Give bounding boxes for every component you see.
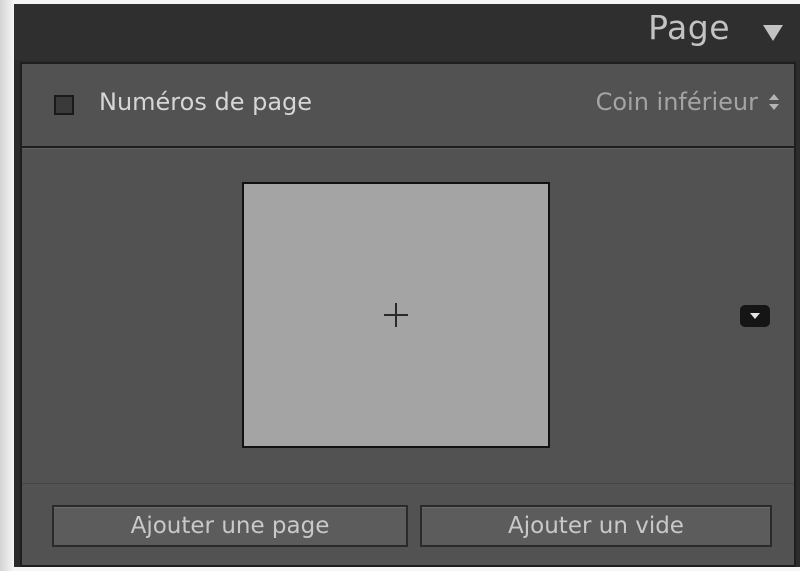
page-numbers-label: Numéros de page xyxy=(99,88,313,116)
page-preview-cell[interactable] xyxy=(242,182,550,448)
page-numbers-checkbox[interactable] xyxy=(54,95,74,115)
dropdown-triangle-icon xyxy=(750,313,760,319)
panel-body: Numéros de page Coin inférieur Ajouter u… xyxy=(20,62,796,567)
divider-highlight xyxy=(22,148,794,149)
page-numbers-row: Numéros de page Coin inférieur xyxy=(22,64,794,146)
panel-header[interactable]: Page xyxy=(14,4,800,60)
add-blank-button[interactable]: Ajouter un vide xyxy=(420,505,772,547)
page-panel: Page Numéros de page Coin inférieur Ajou… xyxy=(14,4,800,567)
plus-icon xyxy=(384,303,408,327)
page-number-position-value: Coin inférieur xyxy=(595,88,758,116)
page-options-button[interactable] xyxy=(740,305,770,327)
divider xyxy=(22,483,794,484)
up-down-arrows-icon xyxy=(768,93,780,111)
triangle-down-icon[interactable] xyxy=(758,18,788,48)
panel-title: Page xyxy=(648,8,730,47)
add-page-button[interactable]: Ajouter une page xyxy=(52,505,408,547)
page-number-position-select[interactable]: Coin inférieur xyxy=(596,88,780,116)
